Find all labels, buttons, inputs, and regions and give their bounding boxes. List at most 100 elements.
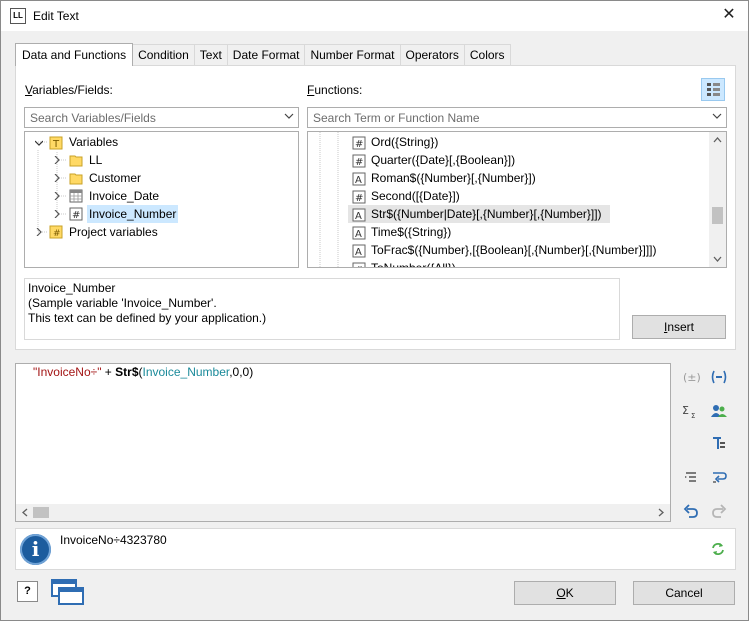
title-bar: LL Edit Text ✕ [1,1,748,31]
arguments: ,0,0) [229,365,254,379]
function-item-tonumber[interactable]: ToNumber({All}) [371,259,456,267]
parentheses-icon[interactable]: (±) [682,368,700,386]
tab-date-format[interactable]: Date Format [226,44,306,66]
users-icon[interactable] [710,402,728,420]
text-icon: A [352,208,366,222]
chevron-right-icon[interactable] [53,210,61,218]
svg-text:A: A [355,229,362,240]
operator: + [101,365,116,379]
help-button[interactable]: ? [17,581,38,602]
number-icon: # [352,190,366,204]
tab-operators[interactable]: Operators [399,44,465,66]
close-icon[interactable]: ✕ [718,5,740,27]
scrollbar-thumb[interactable] [712,207,723,224]
variables-folder-icon: T [49,136,63,150]
svg-text:Σ: Σ [691,412,695,420]
cancel-button[interactable]: Cancel [633,581,735,605]
function-item-second[interactable]: Second([{Date}]) [371,187,460,205]
chevron-right-icon[interactable] [35,228,43,236]
chevron-right-icon[interactable] [53,156,61,164]
text-icon: A [352,226,366,240]
tab-number-format[interactable]: Number Format [304,44,401,66]
tree-item-ll[interactable]: LL [89,151,102,169]
ok-button[interactable]: OK [514,581,616,605]
svg-text:T: T [52,139,60,150]
tree-item-project-variables[interactable]: Project variables [69,223,158,241]
field-reference: Invoice_Number [142,365,230,379]
svg-text:#: # [53,229,61,239]
variables-search-placeholder: Search Variables/Fields [30,111,156,125]
tab-colors[interactable]: Colors [463,44,511,66]
undo-icon[interactable] [682,502,700,520]
text-icon: A [352,172,366,186]
tree-item-invoice-date[interactable]: Invoice_Date [89,187,159,205]
functions-search-placeholder: Search Term or Function Name [313,111,480,125]
windows-icon[interactable] [49,577,85,607]
function-item-time[interactable]: Time$({String}) [371,223,451,241]
chevron-down-icon[interactable] [35,139,43,147]
field-brackets-icon[interactable] [710,368,728,386]
result-text: InvoiceNo÷4323780 [60,533,167,547]
number-icon: # [69,207,83,221]
function-item-roman[interactable]: Roman$({Number}[,{Number}]) [371,169,536,187]
svg-text:(±): (±) [683,371,700,384]
function-item-ord[interactable]: Ord({String}) [371,133,438,151]
tree-guides [319,132,339,267]
svg-text:Σ: Σ [682,404,689,417]
function-item-quarter[interactable]: Quarter({Date}[,{Boolean}]) [371,151,515,169]
functions-scrollbar[interactable] [709,132,726,267]
variables-search-combo[interactable]: Search Variables/Fields [24,107,299,128]
variables-tree[interactable]: T Variables LL Customer Invoice_Date # I… [24,131,299,268]
functions-list[interactable]: # Ord({String}) # Quarter({Date}[,{Boole… [307,131,727,268]
insert-field-icon[interactable] [710,434,728,452]
expression-code[interactable]: "InvoiceNo÷" + Str$(Invoice_Number,0,0) [33,365,253,379]
function-item-tofrac[interactable]: ToFrac$({Number},[{Boolean}[,{Number}[,{… [371,241,657,259]
variables-label: Variables/Fields: [25,83,113,97]
text-icon: A [352,244,366,258]
word-wrap-icon[interactable] [710,468,728,486]
tree-item-customer[interactable]: Customer [89,169,141,187]
chevron-right-icon[interactable] [53,174,61,182]
chevron-down-icon[interactable] [712,111,722,121]
redo-icon[interactable] [710,502,728,520]
tree-view-toggle-button[interactable] [701,78,725,101]
chevron-up-icon[interactable] [713,136,722,143]
info-icon: i [20,534,51,565]
svg-text:A: A [355,211,362,222]
chevron-right-icon[interactable] [658,508,665,517]
tree-item-variables[interactable]: Variables [69,133,118,151]
description-line: This text can be defined by your applica… [28,311,267,325]
svg-text:#: # [72,210,80,221]
description-box: Invoice_Number (Sample variable 'Invoice… [24,278,620,340]
refresh-icon[interactable] [711,542,725,556]
chevron-right-icon[interactable] [53,192,61,200]
number-icon: # [352,262,366,268]
tab-data-and-functions[interactable]: Data and Functions [15,43,134,66]
svg-text:#: # [355,265,363,268]
chevron-left-icon[interactable] [21,508,28,517]
editor-hscrollbar[interactable] [16,504,670,521]
expression-editor[interactable]: "InvoiceNo÷" + Str$(Invoice_Number,0,0) [15,363,671,522]
chevron-down-icon[interactable] [284,111,294,121]
scrollbar-thumb[interactable] [33,507,49,518]
svg-text:A: A [355,247,362,258]
edit-text-dialog: LL Edit Text ✕ Data and Functions Condit… [0,0,749,621]
folder-icon [69,155,83,167]
description-line: (Sample variable 'Invoice_Number'. [28,296,217,310]
number-icon: # [352,154,366,168]
tab-condition[interactable]: Condition [132,44,195,66]
string-literal: "InvoiceNo÷" [33,365,102,379]
app-logo-icon: LL [10,8,26,24]
functions-search-combo[interactable]: Search Term or Function Name [307,107,727,128]
tab-text[interactable]: Text [193,44,228,66]
chevron-down-icon[interactable] [713,256,722,263]
tree-item-invoice-number[interactable]: Invoice_Number [87,205,179,223]
sum-icon[interactable]: ΣΣ [682,402,700,420]
date-icon [69,189,83,203]
description-title: Invoice_Number [28,281,116,295]
tab-strip: Data and Functions Condition Text Date F… [15,43,511,66]
insert-button[interactable]: Insert [632,315,726,339]
function-item-str[interactable]: Str$({Number|Date}[,{Number}[,{Number}]]… [371,205,602,223]
format-lines-icon[interactable] [682,468,700,486]
help-icon: ? [24,585,31,597]
